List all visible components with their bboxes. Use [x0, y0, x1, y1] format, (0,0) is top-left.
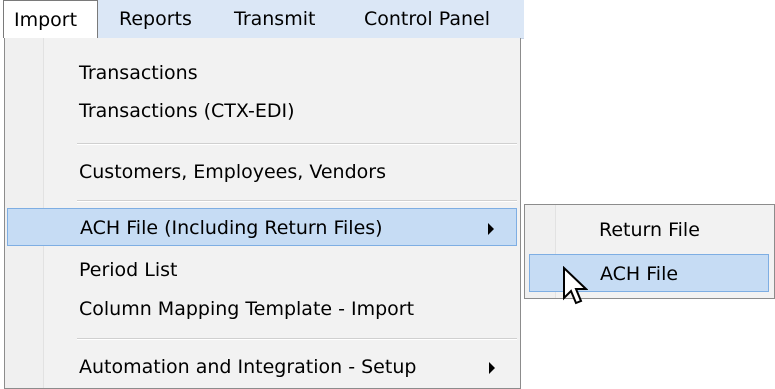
menu-item-label: Automation and Integration - Setup [79, 356, 417, 378]
submenu-item-label: ACH File [600, 263, 679, 285]
menu-item-customers-employees-vendors[interactable]: Customers, Employees, Vendors [7, 153, 517, 191]
menu-separator [77, 338, 517, 340]
menu-item-label: Transactions (CTX-EDI) [79, 100, 295, 122]
menu-item-label: ACH File (Including Return Files) [80, 217, 383, 239]
submenu-arrow-icon [489, 362, 495, 374]
submenu-item-label: Return File [599, 219, 700, 241]
menu-item-label: Column Mapping Template - Import [79, 298, 415, 320]
menu-item-label: Transactions [79, 62, 198, 84]
menu-item-ach-file[interactable]: ACH File (Including Return Files) [7, 208, 517, 246]
import-dropdown-menu: Transactions Transactions (CTX-EDI) Cust… [4, 38, 521, 389]
menu-item-label: Period List [79, 259, 178, 281]
menu-bar-strip: Import Reports Transmit Control Panel [3, 0, 524, 39]
menu-item-period-list[interactable]: Period List [7, 251, 517, 289]
menu-item-transactions-ctx-edi[interactable]: Transactions (CTX-EDI) [7, 92, 517, 130]
menu-separator [77, 200, 517, 202]
menu-item-transactions[interactable]: Transactions [7, 54, 517, 92]
menu-item-label: Customers, Employees, Vendors [79, 161, 386, 183]
menu-transmit[interactable]: Transmit [234, 0, 315, 38]
submenu-item-return-file[interactable]: Return File [529, 211, 769, 249]
mouse-pointer-icon [563, 266, 588, 305]
menu-control-panel[interactable]: Control Panel [364, 0, 490, 38]
menu-separator [77, 143, 517, 145]
menu-item-automation-integration-setup[interactable]: Automation and Integration - Setup [7, 348, 517, 386]
menu-bar: Import Reports Transmit Control Panel [0, 0, 775, 39]
menu-import[interactable]: Import [3, 0, 98, 38]
menu-reports[interactable]: Reports [119, 0, 192, 38]
submenu-arrow-icon [488, 223, 494, 235]
menu-item-column-mapping-template[interactable]: Column Mapping Template - Import [7, 290, 517, 328]
